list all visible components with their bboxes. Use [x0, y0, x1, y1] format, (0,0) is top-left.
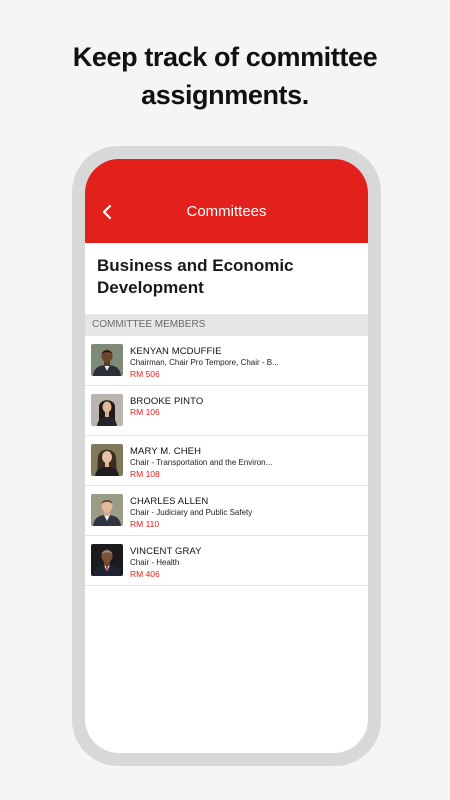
avatar	[91, 494, 123, 526]
headline-line-2: assignments.	[141, 80, 309, 110]
member-room: RM 106	[130, 407, 160, 417]
member-name: MARY M. CHEH	[130, 446, 202, 457]
member-row-vincent-gray[interactable]: VINCENT GRAY Chair - Health RM 406	[85, 536, 368, 586]
member-role: Chair - Health	[130, 558, 180, 567]
member-role: Chair - Judiciary and Public Safety	[130, 508, 253, 517]
avatar	[91, 344, 123, 376]
member-row-brooke-pinto[interactable]: BROOKE PINTO RM 106	[85, 386, 368, 436]
member-row-kenyan-mcduffie[interactable]: KENYAN MCDUFFIE Chairman, Chair Pro Temp…	[85, 336, 368, 386]
phone-frame: Committees Business and Economic Develop…	[72, 146, 381, 766]
committee-name: Business and Economic Development	[97, 256, 294, 297]
member-name: VINCENT GRAY	[130, 546, 202, 557]
member-room: RM 108	[130, 469, 160, 479]
phone-screen: Committees Business and Economic Develop…	[85, 159, 368, 753]
avatar	[91, 444, 123, 476]
headline-line-1: Keep track of committee	[72, 42, 378, 72]
member-row-charles-allen[interactable]: CHARLES ALLEN Chair - Judiciary and Publ…	[85, 486, 368, 536]
member-row-mary-cheh[interactable]: MARY M. CHEH Chair - Transportation and …	[85, 436, 368, 486]
member-role: Chairman, Chair Pro Tempore, Chair - B..…	[130, 358, 279, 367]
member-room: RM 406	[130, 569, 160, 579]
member-room: RM 506	[130, 369, 160, 379]
member-room: RM 110	[130, 519, 160, 529]
member-role: Chair - Transportation and the Environ..…	[130, 458, 273, 467]
member-name: KENYAN MCDUFFIE	[130, 346, 222, 357]
section-header-committee-members: COMMITTEE MEMBERS	[85, 314, 368, 336]
avatar	[91, 394, 123, 426]
app-bar: Committees	[85, 159, 368, 243]
page-title: Committees	[186, 203, 267, 220]
avatar	[91, 544, 123, 576]
member-name: CHARLES ALLEN	[130, 496, 209, 507]
member-name: BROOKE PINTO	[130, 396, 204, 407]
member-list: KENYAN MCDUFFIE Chairman, Chair Pro Temp…	[85, 336, 368, 586]
promo-headline: Keep track of committee assignments.	[0, 38, 450, 114]
